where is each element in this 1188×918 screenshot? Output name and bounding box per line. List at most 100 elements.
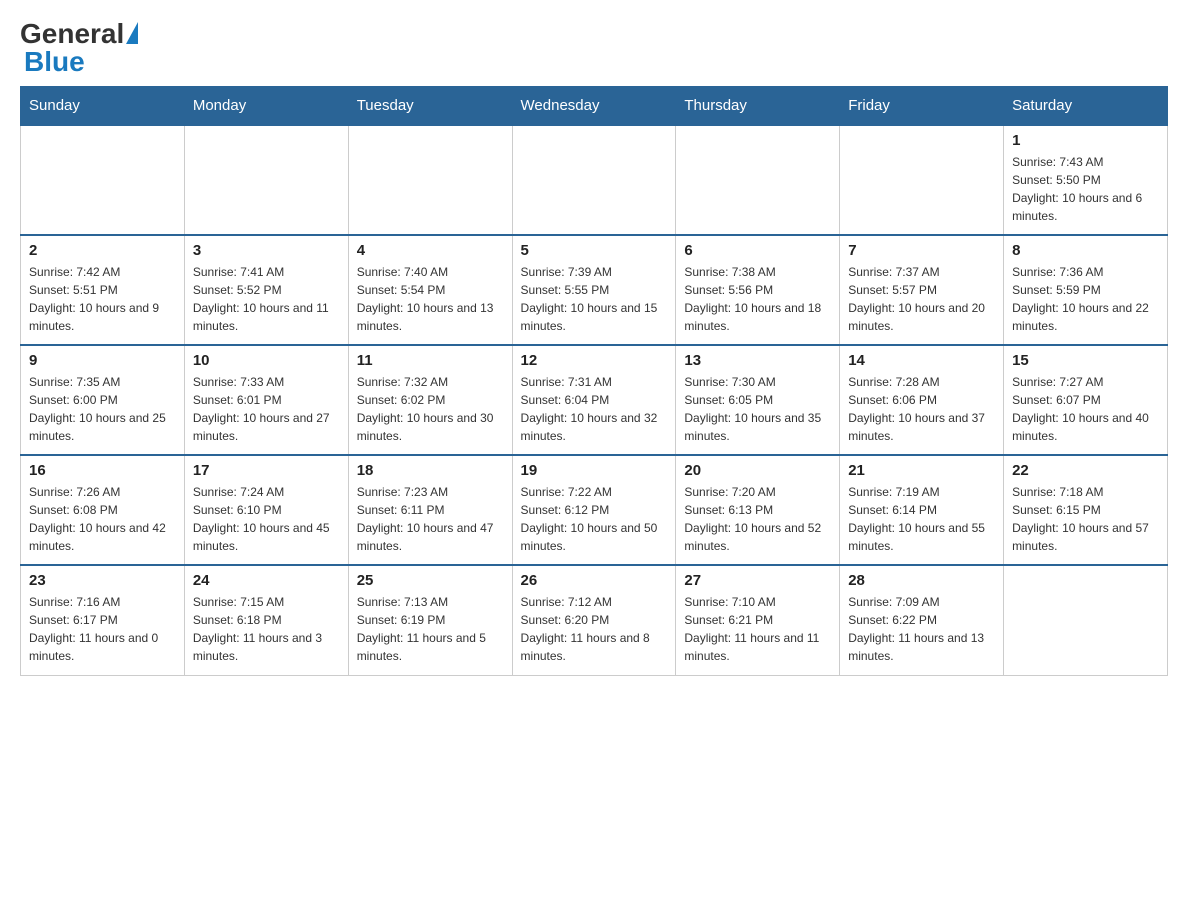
day-number: 18	[357, 462, 504, 479]
day-info: Sunrise: 7:42 AM Sunset: 5:51 PM Dayligh…	[29, 263, 176, 335]
calendar-cell: 25 Sunrise: 7:13 AM Sunset: 6:19 PM Dayli…	[348, 565, 512, 675]
calendar-cell: 14Sunrise: 7:28 AM Sunset: 6:06 PM Dayli…	[840, 345, 1004, 455]
day-info: Sunrise: 7:43 AM Sunset: 5:50 PM Dayligh…	[1012, 153, 1159, 225]
calendar-cell: 26 Sunrise: 7:12 AM Sunset: 6:20 PM Dayli…	[512, 565, 676, 675]
day-info: Sunrise: 7:39 AM Sunset: 5:55 PM Dayligh…	[521, 263, 668, 335]
page-header: GeneralBlue	[20, 20, 1168, 76]
calendar-cell: 5 Sunrise: 7:39 AM Sunset: 5:55 PM Daylig…	[512, 235, 676, 345]
calendar-cell: 15 Sunrise: 7:27 AM Sunset: 6:07 PM Dayli…	[1004, 345, 1168, 455]
day-number: 8	[1012, 242, 1159, 259]
day-info: Sunrise: 7:38 AM Sunset: 5:56 PM Dayligh…	[684, 263, 831, 335]
calendar-week-row: 23 Sunrise: 7:16 AM Sunset: 6:17 PM Dayli…	[21, 565, 1168, 675]
calendar-cell: 19 Sunrise: 7:22 AM Sunset: 6:12 PM Dayli…	[512, 455, 676, 565]
day-number: 26	[521, 572, 668, 589]
calendar-cell	[512, 125, 676, 235]
calendar-header-row: SundayMondayTuesdayWednesdayThursdayFrid…	[21, 87, 1168, 126]
day-number: 11	[357, 352, 504, 369]
day-info: Sunrise: 7:37 AM Sunset: 5:57 PM Dayligh…	[848, 263, 995, 335]
day-number: 7	[848, 242, 995, 259]
day-number: 10	[193, 352, 340, 369]
day-header-friday: Friday	[840, 87, 1004, 126]
calendar-cell: 6Sunrise: 7:38 AM Sunset: 5:56 PM Daylig…	[676, 235, 840, 345]
day-number: 1	[1012, 132, 1159, 149]
day-number: 16	[29, 462, 176, 479]
calendar-cell	[676, 125, 840, 235]
day-info: Sunrise: 7:20 AM Sunset: 6:13 PM Dayligh…	[684, 483, 831, 555]
calendar-cell: 20Sunrise: 7:20 AM Sunset: 6:13 PM Dayli…	[676, 455, 840, 565]
day-info: Sunrise: 7:33 AM Sunset: 6:01 PM Dayligh…	[193, 373, 340, 445]
day-number: 13	[684, 352, 831, 369]
calendar-cell	[840, 125, 1004, 235]
day-number: 22	[1012, 462, 1159, 479]
calendar-cell: 11 Sunrise: 7:32 AM Sunset: 6:02 PM Dayli…	[348, 345, 512, 455]
calendar-cell: 1 Sunrise: 7:43 AM Sunset: 5:50 PM Daylig…	[1004, 125, 1168, 235]
calendar-cell: 2 Sunrise: 7:42 AM Sunset: 5:51 PM Daylig…	[21, 235, 185, 345]
day-info: Sunrise: 7:40 AM Sunset: 5:54 PM Dayligh…	[357, 263, 504, 335]
day-header-sunday: Sunday	[21, 87, 185, 126]
day-number: 17	[193, 462, 340, 479]
calendar-cell: 4 Sunrise: 7:40 AM Sunset: 5:54 PM Daylig…	[348, 235, 512, 345]
day-info: Sunrise: 7:26 AM Sunset: 6:08 PM Dayligh…	[29, 483, 176, 555]
logo-blue-text: Blue	[24, 48, 138, 76]
calendar-cell: 24Sunrise: 7:15 AM Sunset: 6:18 PM Dayli…	[184, 565, 348, 675]
day-number: 4	[357, 242, 504, 259]
calendar-week-row: 1 Sunrise: 7:43 AM Sunset: 5:50 PM Daylig…	[21, 125, 1168, 235]
calendar-cell	[21, 125, 185, 235]
day-header-saturday: Saturday	[1004, 87, 1168, 126]
logo-triangle-icon	[126, 22, 138, 44]
day-number: 15	[1012, 352, 1159, 369]
day-number: 19	[521, 462, 668, 479]
day-info: Sunrise: 7:30 AM Sunset: 6:05 PM Dayligh…	[684, 373, 831, 445]
calendar-cell: 18 Sunrise: 7:23 AM Sunset: 6:11 PM Dayli…	[348, 455, 512, 565]
day-number: 2	[29, 242, 176, 259]
day-info: Sunrise: 7:10 AM Sunset: 6:21 PM Dayligh…	[684, 593, 831, 665]
day-info: Sunrise: 7:36 AM Sunset: 5:59 PM Dayligh…	[1012, 263, 1159, 335]
calendar-week-row: 2 Sunrise: 7:42 AM Sunset: 5:51 PM Daylig…	[21, 235, 1168, 345]
day-number: 25	[357, 572, 504, 589]
day-number: 9	[29, 352, 176, 369]
day-number: 23	[29, 572, 176, 589]
calendar-cell: 10 Sunrise: 7:33 AM Sunset: 6:01 PM Dayli…	[184, 345, 348, 455]
day-header-monday: Monday	[184, 87, 348, 126]
calendar-cell: 9 Sunrise: 7:35 AM Sunset: 6:00 PM Daylig…	[21, 345, 185, 455]
day-info: Sunrise: 7:16 AM Sunset: 6:17 PM Dayligh…	[29, 593, 176, 665]
calendar-week-row: 16 Sunrise: 7:26 AM Sunset: 6:08 PM Dayli…	[21, 455, 1168, 565]
logo-general-text: General	[20, 20, 124, 48]
day-info: Sunrise: 7:12 AM Sunset: 6:20 PM Dayligh…	[521, 593, 668, 665]
day-info: Sunrise: 7:19 AM Sunset: 6:14 PM Dayligh…	[848, 483, 995, 555]
calendar-cell: 3 Sunrise: 7:41 AM Sunset: 5:52 PM Daylig…	[184, 235, 348, 345]
day-number: 21	[848, 462, 995, 479]
calendar-cell: 12Sunrise: 7:31 AM Sunset: 6:04 PM Dayli…	[512, 345, 676, 455]
day-info: Sunrise: 7:23 AM Sunset: 6:11 PM Dayligh…	[357, 483, 504, 555]
calendar-cell: 21 Sunrise: 7:19 AM Sunset: 6:14 PM Dayli…	[840, 455, 1004, 565]
day-info: Sunrise: 7:32 AM Sunset: 6:02 PM Dayligh…	[357, 373, 504, 445]
day-info: Sunrise: 7:27 AM Sunset: 6:07 PM Dayligh…	[1012, 373, 1159, 445]
calendar-cell	[1004, 565, 1168, 675]
day-info: Sunrise: 7:15 AM Sunset: 6:18 PM Dayligh…	[193, 593, 340, 665]
calendar-cell: 8 Sunrise: 7:36 AM Sunset: 5:59 PM Daylig…	[1004, 235, 1168, 345]
day-info: Sunrise: 7:18 AM Sunset: 6:15 PM Dayligh…	[1012, 483, 1159, 555]
day-number: 28	[848, 572, 995, 589]
calendar-cell: 22 Sunrise: 7:18 AM Sunset: 6:15 PM Dayli…	[1004, 455, 1168, 565]
day-info: Sunrise: 7:22 AM Sunset: 6:12 PM Dayligh…	[521, 483, 668, 555]
day-info: Sunrise: 7:09 AM Sunset: 6:22 PM Dayligh…	[848, 593, 995, 665]
calendar-cell	[348, 125, 512, 235]
day-info: Sunrise: 7:28 AM Sunset: 6:06 PM Dayligh…	[848, 373, 995, 445]
day-number: 12	[521, 352, 668, 369]
day-info: Sunrise: 7:13 AM Sunset: 6:19 PM Dayligh…	[357, 593, 504, 665]
calendar-week-row: 9 Sunrise: 7:35 AM Sunset: 6:00 PM Daylig…	[21, 345, 1168, 455]
calendar-cell: 17Sunrise: 7:24 AM Sunset: 6:10 PM Dayli…	[184, 455, 348, 565]
day-number: 5	[521, 242, 668, 259]
calendar-cell: 27 Sunrise: 7:10 AM Sunset: 6:21 PM Dayli…	[676, 565, 840, 675]
calendar-cell	[184, 125, 348, 235]
day-info: Sunrise: 7:35 AM Sunset: 6:00 PM Dayligh…	[29, 373, 176, 445]
day-header-tuesday: Tuesday	[348, 87, 512, 126]
calendar-cell: 23 Sunrise: 7:16 AM Sunset: 6:17 PM Dayli…	[21, 565, 185, 675]
calendar-cell: 16 Sunrise: 7:26 AM Sunset: 6:08 PM Dayli…	[21, 455, 185, 565]
calendar-cell: 28 Sunrise: 7:09 AM Sunset: 6:22 PM Dayli…	[840, 565, 1004, 675]
day-number: 3	[193, 242, 340, 259]
day-info: Sunrise: 7:41 AM Sunset: 5:52 PM Dayligh…	[193, 263, 340, 335]
calendar-cell: 7 Sunrise: 7:37 AM Sunset: 5:57 PM Daylig…	[840, 235, 1004, 345]
logo: GeneralBlue	[20, 20, 138, 76]
day-number: 27	[684, 572, 831, 589]
